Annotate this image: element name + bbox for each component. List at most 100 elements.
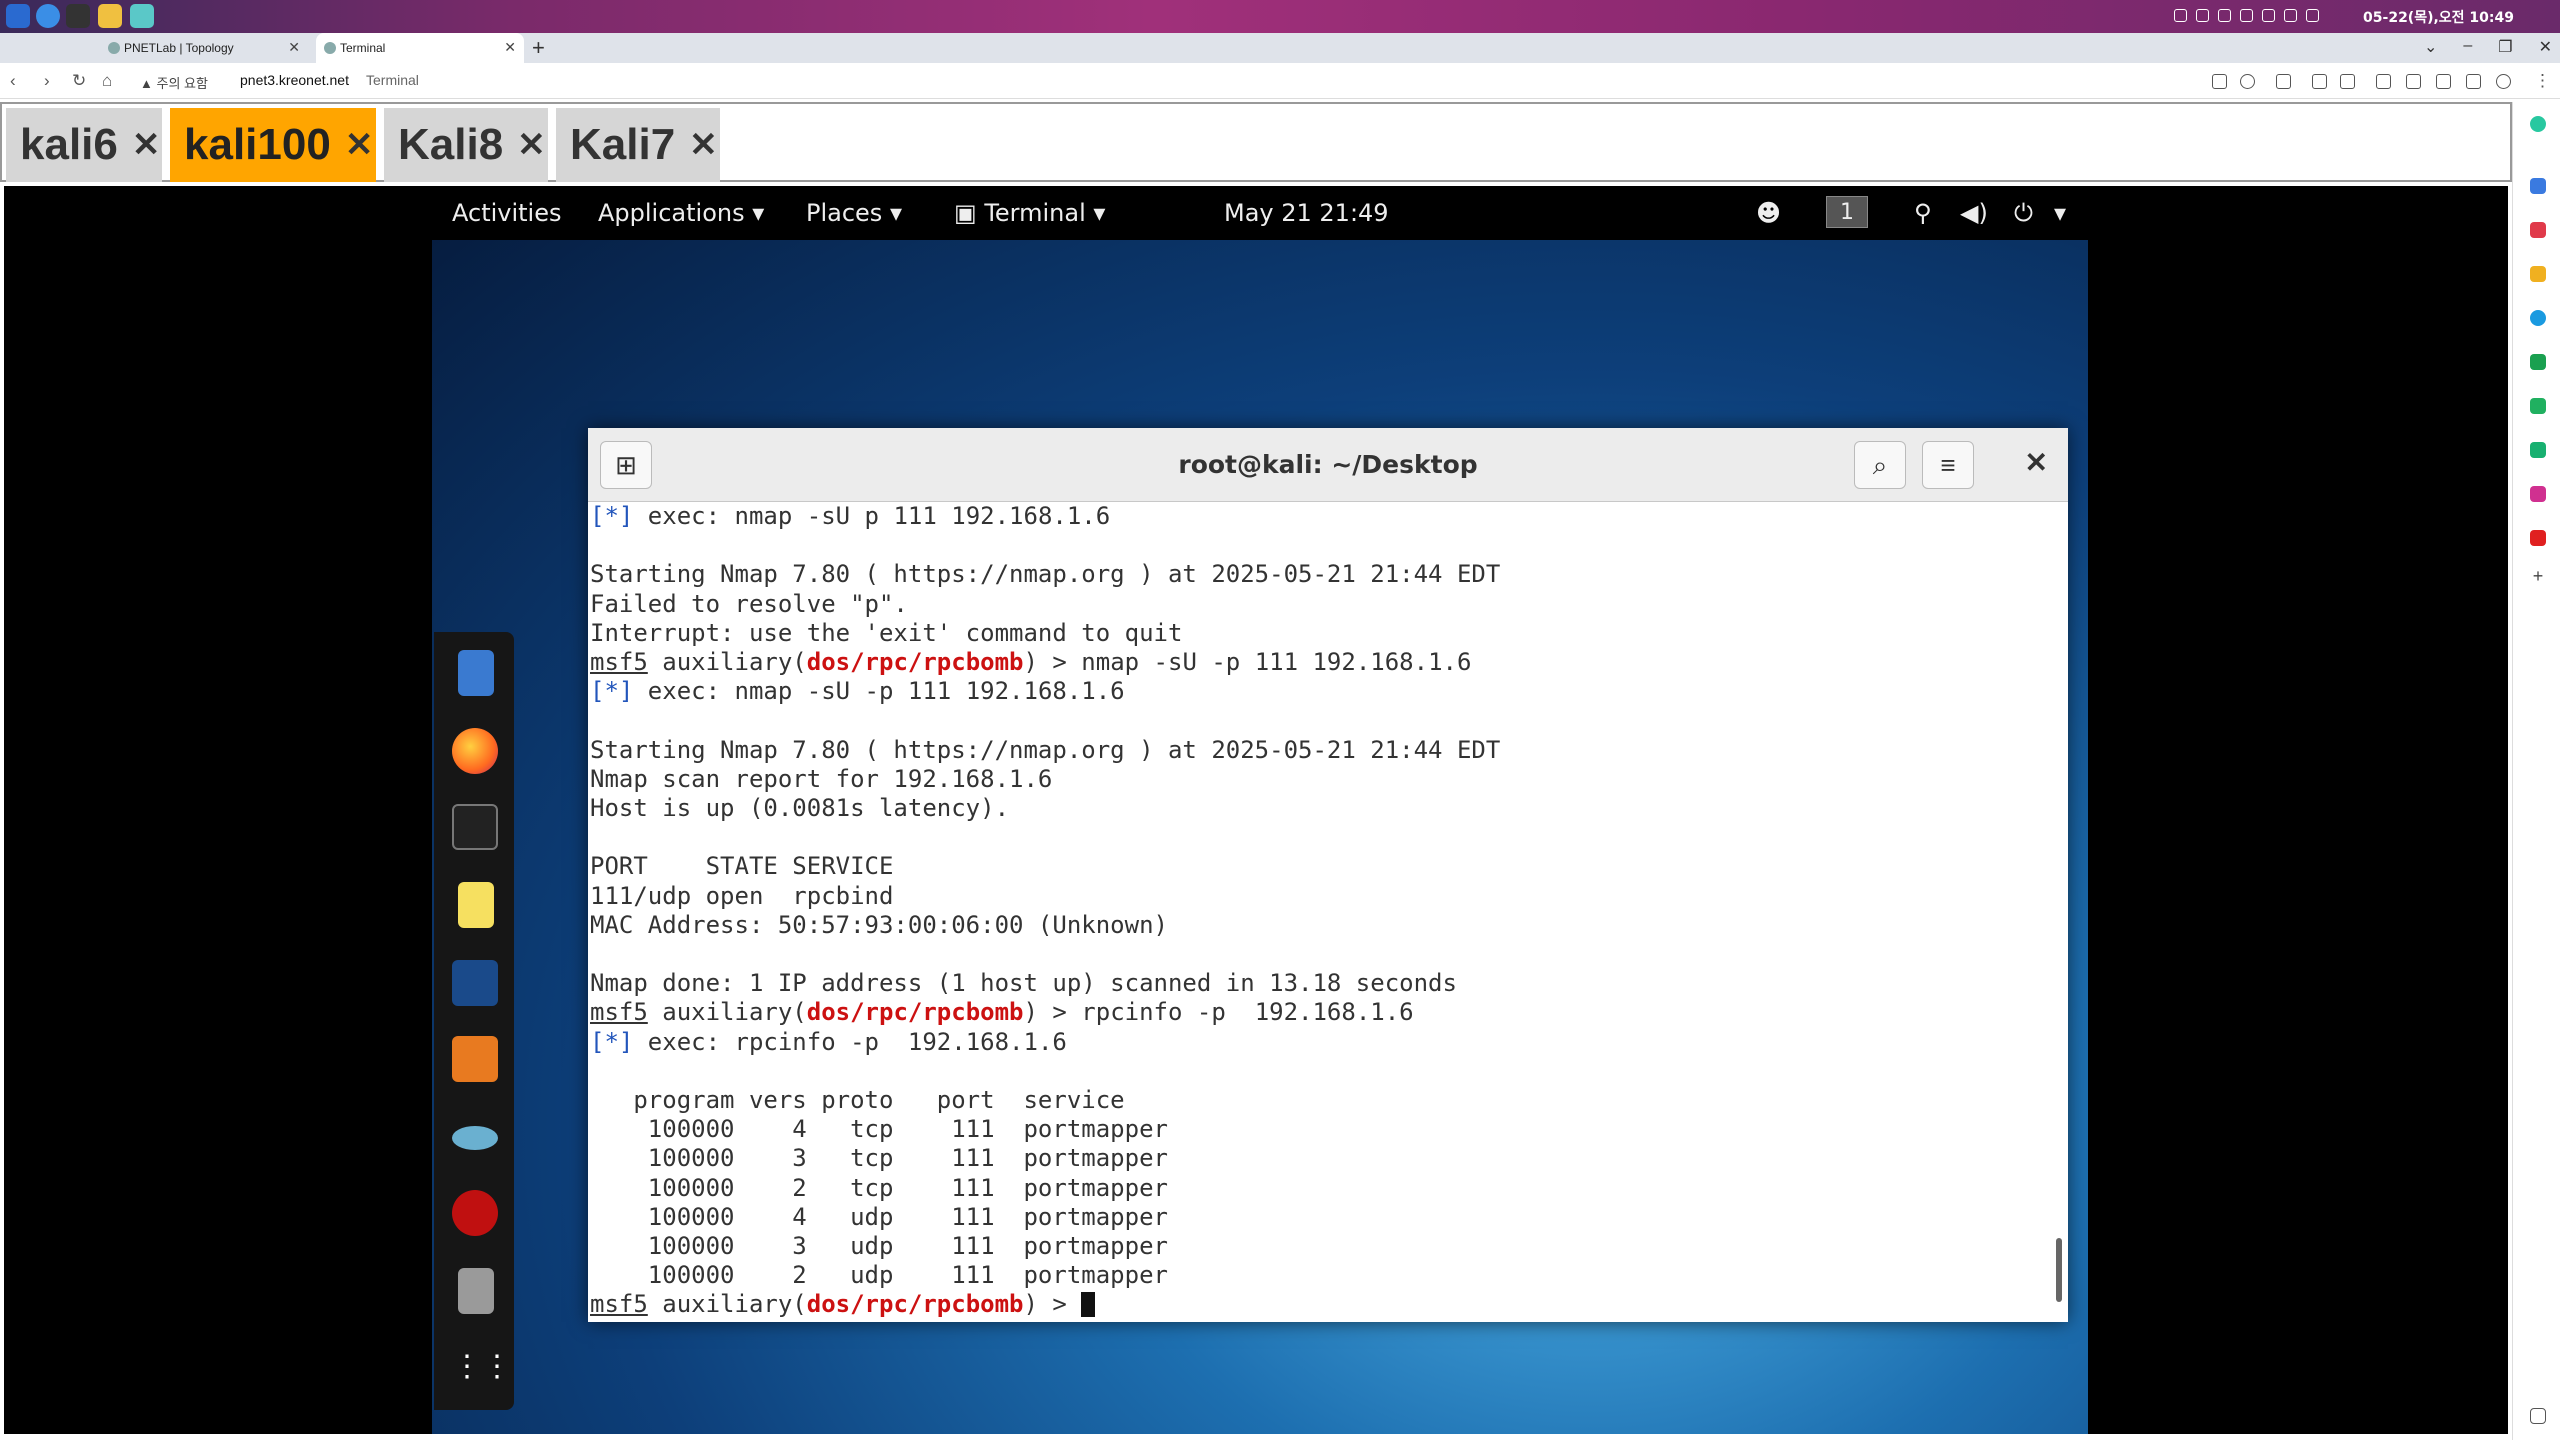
sidebar-app-icon[interactable] bbox=[2530, 310, 2546, 326]
tab-search-icon[interactable]: ⌄ bbox=[2424, 37, 2437, 57]
output-line: Nmap done: 1 IP address (1 host up) scan… bbox=[590, 969, 1457, 998]
close-icon[interactable]: ✕ bbox=[345, 125, 374, 165]
exec-line: exec: nmap -sU p 111 192.168.1.6 bbox=[633, 502, 1111, 530]
browser-tab-topology[interactable]: PNETLab | Topology ✕ bbox=[100, 33, 308, 63]
close-icon[interactable]: ✕ bbox=[2025, 446, 2048, 479]
sidebar-app-icon[interactable] bbox=[2530, 178, 2546, 194]
terminal-app-menu[interactable]: ▣ Terminal ▾ bbox=[954, 199, 1105, 227]
sidebar-app-icon[interactable] bbox=[2530, 222, 2546, 238]
burpsuite-icon[interactable] bbox=[452, 1036, 498, 1082]
window-controls: ⌄ – ❐ ✕ bbox=[2424, 37, 2552, 57]
sidebar-icon[interactable] bbox=[2466, 74, 2481, 89]
places-menu[interactable]: Places ▾ bbox=[806, 199, 902, 227]
settings-icon[interactable] bbox=[2436, 74, 2451, 89]
exec-marker: [*] bbox=[590, 1027, 634, 1056]
network-icon[interactable]: ⚲ bbox=[1914, 199, 1932, 227]
security-warning[interactable]: ▲ 주의 요함 bbox=[140, 73, 208, 92]
os-edge-icon[interactable] bbox=[36, 4, 60, 28]
extension-icon[interactable] bbox=[2340, 74, 2355, 89]
zoom-icon[interactable] bbox=[2240, 74, 2255, 89]
eye-icon[interactable] bbox=[452, 1126, 498, 1150]
sidebar-app-icon[interactable] bbox=[2530, 398, 2546, 414]
power-icon[interactable]: ⏻ bbox=[2014, 199, 2033, 227]
pin-icon[interactable] bbox=[2530, 1408, 2546, 1424]
activities-button[interactable]: Activities bbox=[452, 199, 562, 227]
profile-icon[interactable] bbox=[2496, 74, 2511, 89]
terminal-text: [*] exec: nmap -sU p 111 192.168.1.6 Sta… bbox=[590, 502, 1500, 1320]
close-icon[interactable]: ✕ bbox=[517, 125, 546, 165]
output-line: Starting Nmap 7.80 ( https://nmap.org ) … bbox=[590, 735, 1501, 764]
exec-marker: [*] bbox=[590, 677, 634, 706]
tab-close-icon[interactable]: ✕ bbox=[504, 39, 516, 56]
download-icon[interactable] bbox=[2376, 74, 2391, 89]
browser-tab-terminal[interactable]: Terminal ✕ bbox=[316, 33, 524, 63]
remote-desktop[interactable]: Activities Applications ▾ Places ▾ ▣ Ter… bbox=[4, 186, 2508, 1434]
prompt-msf: msf5 bbox=[590, 648, 648, 677]
tray-app-icon[interactable] bbox=[2262, 9, 2275, 22]
url-text[interactable]: pnet3.kreonet.net bbox=[240, 72, 349, 88]
close-icon[interactable]: ✕ bbox=[689, 125, 718, 165]
tray-app-icon[interactable] bbox=[2284, 9, 2297, 22]
cherry-icon[interactable] bbox=[452, 1190, 498, 1236]
close-icon[interactable]: ✕ bbox=[132, 125, 161, 165]
bookmark-icon[interactable] bbox=[2276, 74, 2291, 89]
hamburger-menu-icon[interactable]: ≡ bbox=[1922, 441, 1974, 489]
tab-close-icon[interactable]: ✕ bbox=[288, 39, 300, 56]
tray-network-icon[interactable] bbox=[2174, 9, 2187, 22]
chevron-down-icon[interactable]: ▾ bbox=[2054, 199, 2066, 227]
table-header: program vers proto port service bbox=[590, 1086, 1125, 1115]
tray-app-icon[interactable] bbox=[2240, 9, 2253, 22]
os-clock[interactable]: 05-22(목),오전 10:49 bbox=[2363, 7, 2514, 27]
trash-icon[interactable] bbox=[458, 1268, 494, 1314]
os-folder-icon[interactable] bbox=[98, 4, 122, 28]
os-start-icon[interactable] bbox=[6, 4, 30, 28]
people-icon[interactable]: ☻ bbox=[1756, 199, 1781, 227]
instagram-icon[interactable] bbox=[2530, 486, 2546, 502]
minimize-icon[interactable]: – bbox=[2463, 37, 2472, 57]
tab-kali7[interactable]: Kali7 ✕ bbox=[556, 108, 720, 182]
output-line: PORT STATE SERVICE bbox=[590, 852, 894, 881]
tab-kali100[interactable]: kali100 ✕ bbox=[170, 108, 376, 182]
window-close-icon[interactable]: ✕ bbox=[2539, 37, 2552, 57]
split-icon[interactable] bbox=[2406, 74, 2421, 89]
add-icon[interactable]: + bbox=[2530, 567, 2546, 585]
terminal-icon[interactable] bbox=[452, 804, 498, 850]
os-terminal-icon[interactable] bbox=[66, 4, 90, 28]
tab-kali8[interactable]: Kali8 ✕ bbox=[384, 108, 548, 182]
workspace-indicator[interactable]: 1 bbox=[1826, 196, 1868, 228]
sidebar-app-icon[interactable] bbox=[2530, 354, 2546, 370]
reload-icon[interactable]: ↻ bbox=[72, 71, 86, 91]
sidebar-app-icon[interactable] bbox=[2530, 266, 2546, 282]
translate-icon[interactable] bbox=[2212, 74, 2227, 89]
tray-battery-icon[interactable] bbox=[2196, 9, 2209, 22]
show-apps-icon[interactable]: ⋮⋮ bbox=[452, 1346, 512, 1392]
files-icon[interactable] bbox=[458, 650, 494, 696]
youtube-icon[interactable] bbox=[2530, 530, 2546, 546]
os-top-bar: 05-22(목),오전 10:49 bbox=[0, 0, 2560, 33]
back-icon[interactable]: ‹ bbox=[10, 71, 16, 91]
os-app-icon[interactable] bbox=[130, 4, 154, 28]
forward-icon[interactable]: › bbox=[44, 71, 50, 91]
search-icon[interactable]: ⌕ bbox=[1854, 441, 1906, 489]
tray-app-icon[interactable] bbox=[2218, 9, 2231, 22]
metasploit-icon[interactable] bbox=[452, 960, 498, 1006]
text-editor-icon[interactable] bbox=[458, 882, 494, 928]
tray-volume-icon[interactable] bbox=[2306, 9, 2319, 22]
tab-kali6[interactable]: kali6 ✕ bbox=[6, 108, 162, 182]
copilot-icon[interactable] bbox=[2530, 116, 2546, 132]
prompt-module: dos/rpc/rpcbomb bbox=[806, 998, 1024, 1027]
new-tab-button[interactable]: + bbox=[532, 36, 545, 60]
terminal-scrollbar[interactable] bbox=[2056, 1238, 2062, 1302]
sidebar-app-icon[interactable] bbox=[2530, 442, 2546, 458]
firefox-icon[interactable] bbox=[452, 728, 498, 774]
terminal-output[interactable]: [*] exec: nmap -sU p 111 192.168.1.6 Sta… bbox=[588, 502, 2068, 1322]
menu-icon[interactable]: ⋮ bbox=[2534, 71, 2551, 91]
applications-menu[interactable]: Applications ▾ bbox=[598, 199, 764, 227]
volume-icon[interactable]: ◀) bbox=[1960, 199, 1988, 227]
home-icon[interactable]: ⌂ bbox=[102, 71, 112, 91]
terminal-window[interactable]: ⊞ root@kali: ~/Desktop ⌕ ≡ ✕ [*] exec: n… bbox=[588, 428, 2068, 1322]
extension-icon[interactable] bbox=[2312, 74, 2327, 89]
gnome-clock[interactable]: May 21 21:49 bbox=[1224, 199, 1389, 227]
output-line: MAC Address: 50:57:93:00:06:00 (Unknown) bbox=[590, 910, 1168, 939]
restore-icon[interactable]: ❐ bbox=[2498, 37, 2512, 57]
